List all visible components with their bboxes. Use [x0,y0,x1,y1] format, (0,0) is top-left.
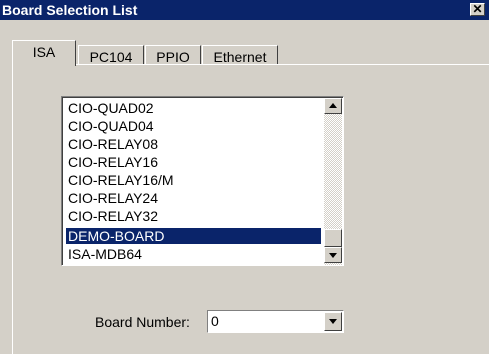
scroll-up-button[interactable] [324,98,342,114]
list-item[interactable]: CIO-RELAY32 [66,208,321,224]
arrow-down-icon [329,253,337,258]
list-item[interactable]: CIO-RELAY08 [66,136,321,152]
tab-ethernet-label: Ethernet [213,49,267,65]
window-title: Board Selection List [2,2,138,18]
list-scrollbar[interactable] [324,98,342,265]
board-number-label: Board Number: [95,314,190,330]
board-number-dropdown-button[interactable] [324,312,342,331]
list-item[interactable]: ISA-MDB64 [66,246,321,262]
tab-isa[interactable]: ISA [12,40,76,66]
scroll-down-button[interactable] [324,247,342,263]
list-item[interactable]: CIO-RELAY16/M [66,172,321,188]
list-item[interactable]: CIO-QUAD02 [66,100,321,116]
scroll-thumb[interactable] [324,229,342,247]
tab-ppio-label: PPIO [156,49,190,65]
chevron-down-icon [329,319,337,324]
window-titlebar: Board Selection List ✕ [0,0,489,20]
list-item[interactable]: CIO-QUAD04 [66,118,321,134]
list-item[interactable]: CIO-RELAY16 [66,154,321,170]
tab-isa-label: ISA [32,44,56,60]
close-icon: ✕ [472,2,483,16]
list-item[interactable]: CIO-RELAY24 [66,190,321,206]
tab-pc104-label: PC104 [89,49,133,65]
board-listbox[interactable]: CIO-QUAD02 CIO-QUAD04 CIO-RELAY08 CIO-RE… [61,96,344,266]
list-item-selected[interactable]: DEMO-BOARD [66,228,321,244]
board-number-select[interactable]: 0 [207,310,344,333]
board-number-value: 0 [211,313,219,329]
close-button[interactable]: ✕ [470,3,485,16]
arrow-up-icon [329,103,337,108]
